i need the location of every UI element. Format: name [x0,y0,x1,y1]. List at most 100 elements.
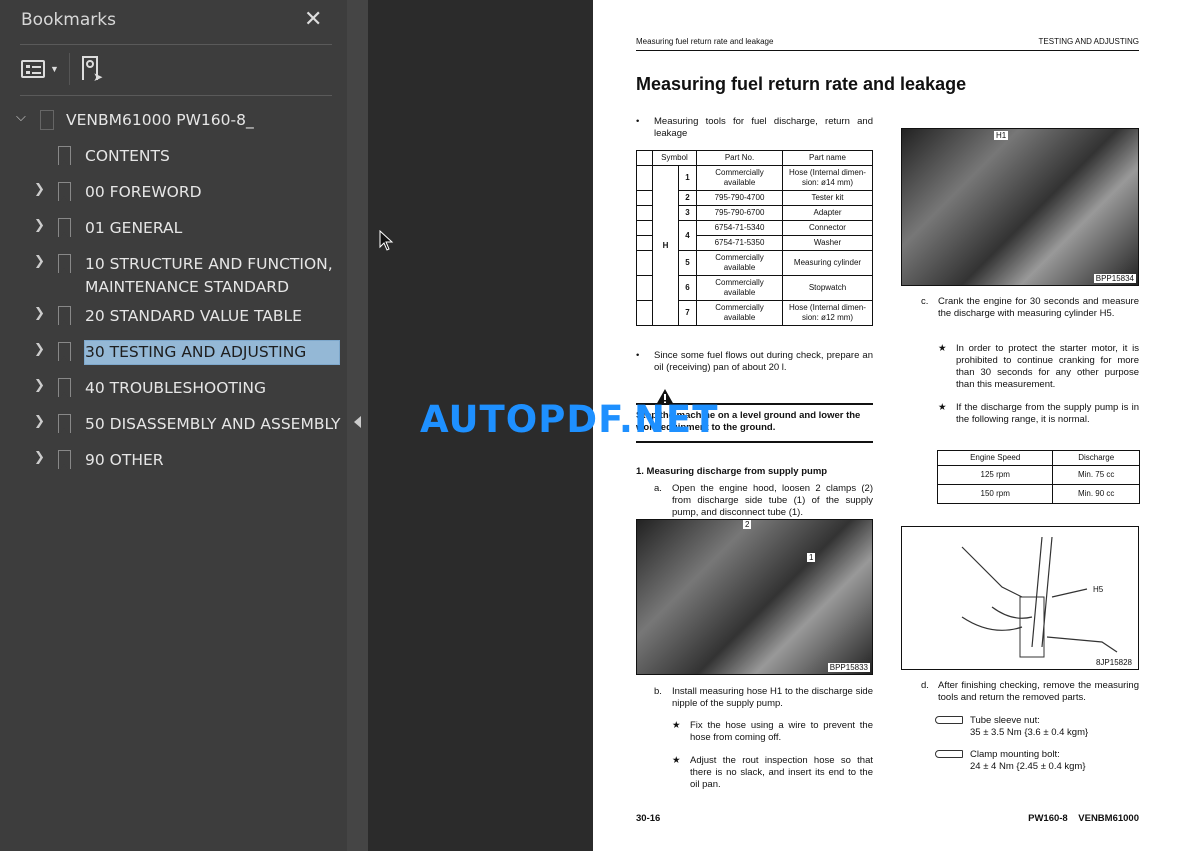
chevron-right-icon[interactable]: ❯ [34,306,45,321]
cell: Commercially available [696,275,783,301]
bookmark-label: CONTENTS [85,147,170,165]
torque-value: 24 ± 4 Nm {2.45 ± 0.4 kgm} [970,761,1086,772]
bookmark-icon [58,342,71,362]
note-text: Fix the hose using a wire to prevent the… [690,720,873,743]
note-text: If the discharge from the supply pump is… [956,402,1139,425]
panel-title: Bookmarks [21,10,116,30]
bookmark-label: 50 DISASSEMBLY AND ASSEMBLY [85,415,341,433]
cell: 7 [678,300,697,326]
collapse-panel-icon[interactable] [354,416,361,428]
cell: Min. 75 cc [1052,465,1140,485]
torque-value: 35 ± 3.5 Nm {3.6 ± 0.4 kgm} [970,727,1089,738]
close-icon[interactable]: ✕ [304,6,322,32]
photo-measuring-hose: H1 BPP15834 [901,128,1139,286]
column-header: Part No. [696,150,783,166]
header-left: Measuring fuel return rate and leakage [636,37,774,46]
panel-splitter[interactable] [347,0,368,851]
cell: 5 [678,250,697,276]
bookmark-label: 30 TESTING AND ADJUSTING [84,340,340,365]
bookmark-icon [58,218,71,238]
photo-supply-pump: 2 1 BPP15833 [636,519,873,675]
table-row: H 1 Commercially available Hose (Internal d… [636,165,873,326]
step-text: Crank the engine for 30 seconds and meas… [938,296,1139,319]
bookmark-label: 20 STANDARD VALUE TABLE [85,307,302,325]
cell: 6754-71-5340 [696,220,783,236]
callout: 1 [807,553,816,562]
bookmark-icon [58,254,71,274]
chevron-right-icon[interactable]: ❯ [34,450,45,465]
step-marker: c. [921,296,929,307]
cell: Tester kit [782,190,873,206]
bookmark-label: 40 TROUBLESHOOTING [85,379,267,397]
watermark: AUTOPDF.NET [420,398,719,441]
chevron-right-icon[interactable]: ❯ [34,254,45,269]
note-text: In order to protect the starter motor, i… [956,343,1139,390]
symbol-cell: H [652,165,679,326]
step-text: After finishing checking, remove the mea… [938,680,1139,703]
note-text: Adjust the rout inspection hose so that … [690,755,873,790]
torque-label: Clamp mounting bolt: [970,749,1060,760]
column-header: Part name [782,150,873,166]
cell: Commercially available [696,300,783,326]
chevron-right-icon[interactable]: ❯ [34,218,45,233]
figure-code: BPP15833 [827,663,870,672]
cell: Commercially available [696,250,783,276]
find-bookmark-icon[interactable]: ➤ [82,56,103,84]
table-row: 125 rpm Min. 75 cc [936,465,1140,485]
callout: 2 [743,520,752,529]
step-marker: a. [654,483,662,494]
bookmark-icon [58,450,71,470]
chevron-right-icon[interactable]: ❯ [34,342,45,357]
bookmark-label: 90 OTHER [85,451,164,469]
cell: 150 rpm [936,484,1054,504]
bookmarks-panel: Bookmarks ✕ ▼ ➤ ⌵ VENBM61000 PW160-8_ CO… [0,0,347,851]
figure-code: BPP15834 [1093,274,1136,283]
discharge-table: Engine Speed Discharge 125 rpm Min. 75 cc 15… [936,450,1140,504]
page-number: 30-16 [636,813,661,824]
bullet-text: Since some fuel flows out during check, … [654,350,873,373]
step-text: Install measuring hose H1 to the dischar… [672,686,873,709]
chevron-right-icon[interactable]: ❯ [34,182,45,197]
bookmark-label: MAINTENANCE STANDARD [85,278,290,296]
cell: Min. 90 cc [1052,484,1140,504]
drawing-measuring-cylinder: H5 8JP15828 [901,526,1139,670]
bookmark-label: 10 STRUCTURE AND FUNCTION, [85,255,333,273]
cell: 1 [678,165,697,191]
chevron-right-icon[interactable]: ❯ [34,414,45,429]
mouse-cursor-icon [379,230,394,251]
header-right: TESTING AND ADJUSTING [1038,37,1139,46]
cell: Stopwatch [782,275,873,301]
callout: H5 [1091,585,1106,594]
list-options-icon[interactable] [21,60,45,78]
chevron-down-icon[interactable]: ▼ [50,64,59,74]
torque-wrench-icon [935,750,963,758]
cell: Connector [782,220,873,236]
divider [20,95,332,96]
step-marker: b. [654,686,662,697]
cell: Hose (Internal dimen- sion: ø12 mm) [782,300,873,326]
divider [20,44,332,45]
bookmark-icon [58,378,71,398]
cell: Washer [782,235,873,251]
cell: 4 [678,220,697,251]
column-header: Symbol [652,150,697,166]
chevron-right-icon[interactable]: ❯ [34,378,45,393]
torque-wrench-icon [935,716,963,724]
bookmark-icon [58,414,71,434]
step-text: Open the engine hood, loosen 2 clamps (2… [672,483,873,518]
step-heading: 1. Measuring discharge from supply pump [636,466,828,477]
cell: 3 [678,205,697,221]
figure-code: 8JP15828 [1093,658,1134,667]
column-header: Discharge [1052,450,1140,466]
document-icon [40,110,54,130]
chevron-down-icon[interactable]: ⌵ [16,110,26,125]
cell: Hose (Internal dimen- sion: ø14 mm) [782,165,873,191]
bookmark-label: VENBM61000 PW160-8_ [66,111,254,129]
bookmark-icon [58,182,71,202]
table-row: 150 rpm Min. 90 cc [936,484,1140,504]
cell: 795-790-4700 [696,190,783,206]
cell: 125 rpm [936,465,1054,485]
bullet-text: Measuring tools for fuel discharge, retu… [654,116,873,139]
tools-table: Symbol Part No. Part name H 1 Commercially av… [636,150,873,326]
bookmark-label: 01 GENERAL [85,219,183,237]
